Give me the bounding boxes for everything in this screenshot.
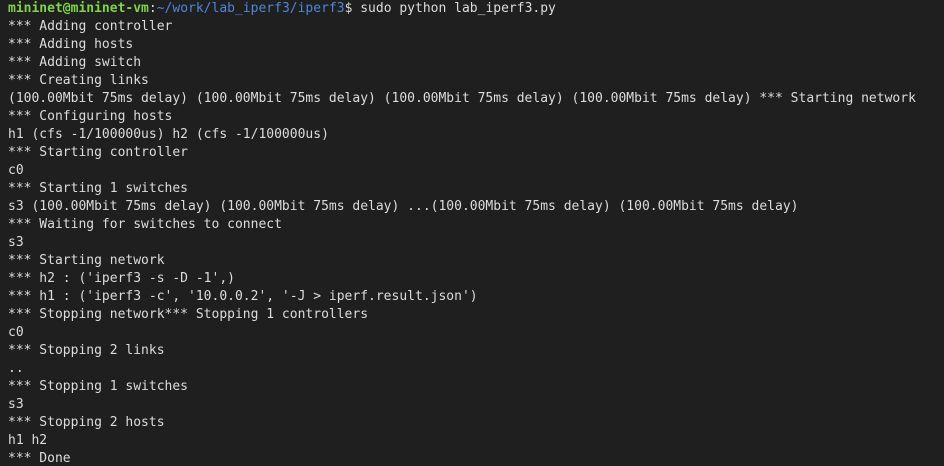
output-line: h1 (cfs -1/100000us) h2 (cfs -1/100000us…: [8, 127, 329, 142]
output-line: *** h1 : ('iperf3 -c', '10.0.0.2', '-J >…: [8, 289, 478, 304]
prompt-path: ~/work/lab_iperf3/iperf3: [156, 1, 345, 16]
output-line: c0: [8, 325, 24, 340]
output-line: *** Configuring hosts: [8, 109, 173, 124]
output-line: s3 (100.00Mbit 75ms delay) (100.00Mbit 7…: [8, 199, 799, 214]
output-line: s3: [8, 235, 24, 250]
output-line: h1 h2: [8, 433, 48, 448]
output-line: (100.00Mbit 75ms delay) (100.00Mbit 75ms…: [8, 91, 916, 106]
output-line: *** Creating links: [8, 73, 149, 88]
prompt-separator: :: [148, 1, 157, 16]
output-line: *** Done: [8, 451, 71, 466]
output-line: *** Waiting for switches to connect: [8, 217, 282, 232]
prompt-command: sudo python lab_iperf3.py: [360, 1, 556, 16]
output-line: *** Stopping 1 switches: [8, 379, 189, 394]
output-line: *** Starting network: [8, 253, 165, 268]
output-line: *** Stopping 2 hosts: [8, 415, 165, 430]
command-prompt-line: mininet@mininet-vm:~/work/lab_iperf3/ipe…: [8, 0, 944, 18]
output-line: ..: [8, 361, 24, 376]
output-line: *** Stopping network*** Stopping 1 contr…: [8, 307, 369, 322]
output-line: *** h2 : ('iperf3 -s -D -1',): [8, 271, 235, 286]
prompt-symbol: $: [344, 1, 361, 16]
output-line: *** Adding controller: [8, 19, 173, 34]
output-line: *** Stopping 2 links: [8, 343, 165, 358]
terminal-window[interactable]: mininet@mininet-vm:~/work/lab_iperf3/ipe…: [0, 0, 944, 466]
prompt-user-host: mininet@mininet-vm: [8, 1, 149, 16]
output-line: *** Starting controller: [8, 145, 189, 160]
output-line: *** Starting 1 switches: [8, 181, 189, 196]
output-line: *** Adding hosts: [8, 37, 134, 52]
output-line: *** Adding switch: [8, 55, 142, 70]
output-line: c0: [8, 163, 24, 178]
output-line: s3: [8, 397, 24, 412]
